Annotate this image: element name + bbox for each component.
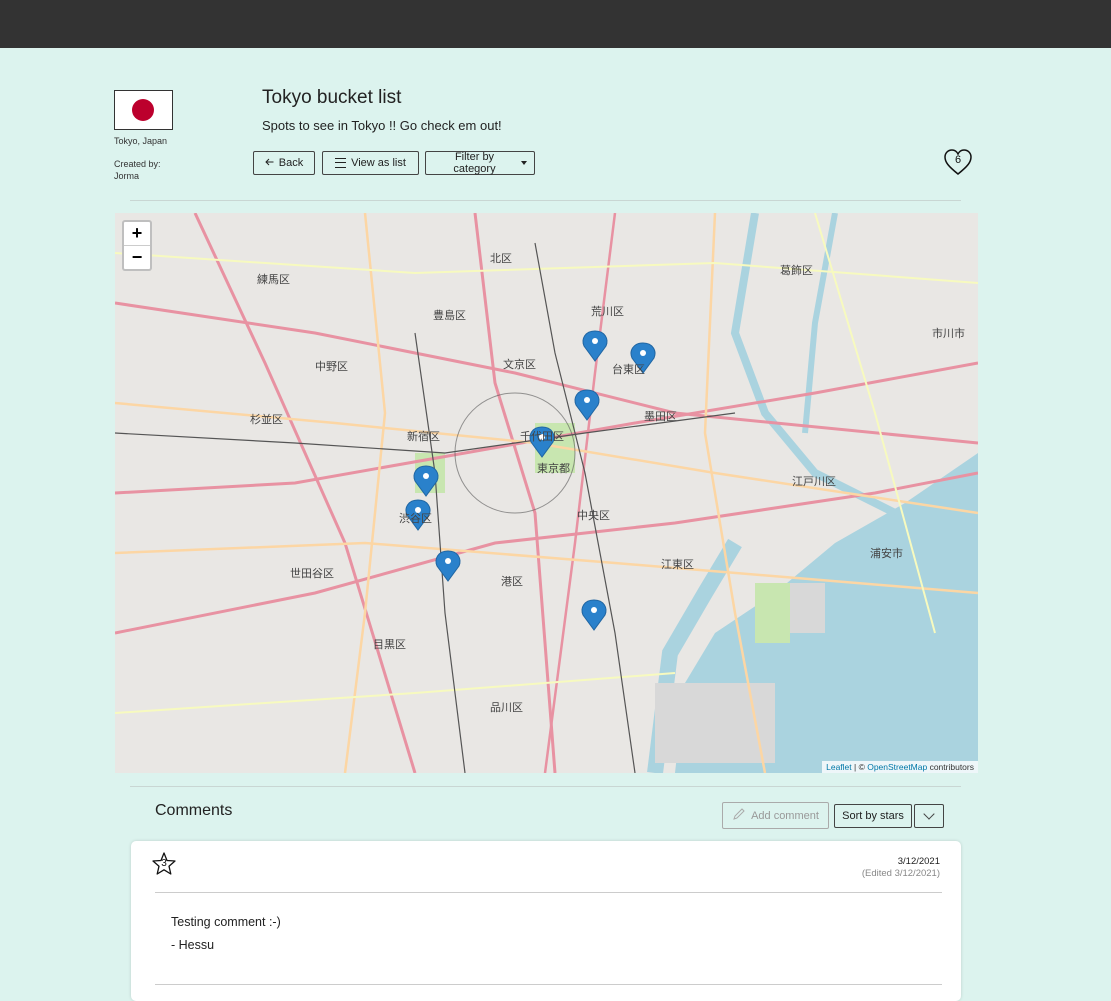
map-label: 葛飾区: [780, 265, 813, 277]
map-label: 港区: [501, 576, 523, 588]
map-label: 東京都: [537, 463, 570, 475]
view-as-list-label: View as list: [351, 157, 406, 169]
map-label: 市川市: [932, 328, 965, 340]
leaflet-link[interactable]: Leaflet: [826, 762, 852, 772]
flag-sun: [132, 99, 154, 121]
map-label: 新宿区: [407, 431, 440, 443]
map-label: 豊島区: [433, 310, 466, 322]
filter-label: Filter by category: [453, 151, 496, 175]
list-icon: [335, 158, 347, 168]
map-label: 江戸川区: [792, 476, 836, 488]
comment-card: 3 3/12/2021 (Edited 3/12/2021) Testing c…: [131, 841, 961, 1001]
header-divider: [130, 200, 961, 201]
view-as-list-button[interactable]: View as list: [322, 151, 419, 175]
map-label: 品川区: [490, 702, 523, 714]
comment-header-divider: [155, 892, 942, 893]
top-navbar: [0, 0, 1111, 48]
map-label: 千代田区: [520, 431, 564, 443]
zoom-control: + −: [122, 220, 152, 271]
sort-direction-toggle[interactable]: [914, 804, 944, 828]
map-label: 台東区: [612, 364, 645, 376]
zoom-out-button[interactable]: −: [124, 246, 150, 269]
map-label: 文京区: [503, 359, 536, 371]
openstreetmap-link[interactable]: OpenStreetMap: [867, 762, 927, 772]
comments-title: Comments: [155, 802, 233, 819]
comment-date: 3/12/2021: [897, 856, 940, 867]
map-label: 目黒区: [373, 639, 406, 651]
star-count: 3: [161, 858, 167, 869]
map-view[interactable]: 練馬区 北区 荒川区 葛飾区 豊島区 文京区 台東区 中野区 杉並区 新宿区 千…: [115, 213, 978, 773]
back-button-label: Back: [278, 157, 304, 169]
map-divider: [130, 786, 961, 787]
comment-author: - Hessu: [171, 938, 215, 952]
map-attribution: Leaflet | © OpenStreetMap contributors: [822, 761, 978, 773]
caret-down-icon: [521, 161, 527, 165]
map-label: 中央区: [577, 510, 610, 522]
map-tiles: [115, 213, 978, 773]
list-creator: Created by: Jorma: [114, 158, 161, 182]
map-label: 北区: [490, 253, 512, 265]
map-label: 浦安市: [870, 548, 903, 560]
attribution-tail: contributors: [927, 762, 974, 772]
chevron-down-icon: [923, 808, 935, 820]
list-description: Spots to see in Tokyo !! Go check em out…: [262, 118, 502, 133]
map-label: 墨田区: [644, 411, 677, 423]
like-count: 6: [954, 154, 962, 166]
map-label: 渋谷区: [399, 513, 432, 525]
comment-text: Testing comment :-): [171, 915, 281, 929]
back-button[interactable]: Back: [253, 151, 315, 175]
map-label: 世田谷区: [290, 568, 334, 580]
pencil-icon: [732, 807, 746, 824]
add-comment-button[interactable]: Add comment: [722, 802, 829, 829]
arrow-left-icon: [265, 157, 274, 169]
map-label: 練馬区: [257, 274, 290, 286]
map-label: 荒川区: [591, 306, 624, 318]
comment-edited-date: (Edited 3/12/2021): [861, 868, 940, 879]
map-label: 中野区: [315, 361, 348, 373]
sort-label: Sort by stars: [842, 810, 904, 822]
comment-footer-divider: [155, 984, 942, 985]
created-by-label: Created by:: [114, 159, 161, 169]
page-title: Tokyo bucket list: [262, 87, 402, 108]
zoom-in-button[interactable]: +: [124, 222, 150, 246]
sort-by-stars-button[interactable]: Sort by stars: [834, 804, 912, 828]
country-flag: [114, 90, 173, 130]
list-location: Tokyo, Japan: [114, 136, 168, 146]
add-comment-label: Add comment: [751, 809, 819, 822]
attribution-separator: | ©: [851, 762, 868, 772]
filter-category-dropdown[interactable]: Filter by category: [425, 151, 535, 175]
creator-name: Jorma: [114, 171, 140, 181]
map-label: 杉並区: [250, 414, 283, 426]
map-label: 江東区: [661, 559, 694, 571]
